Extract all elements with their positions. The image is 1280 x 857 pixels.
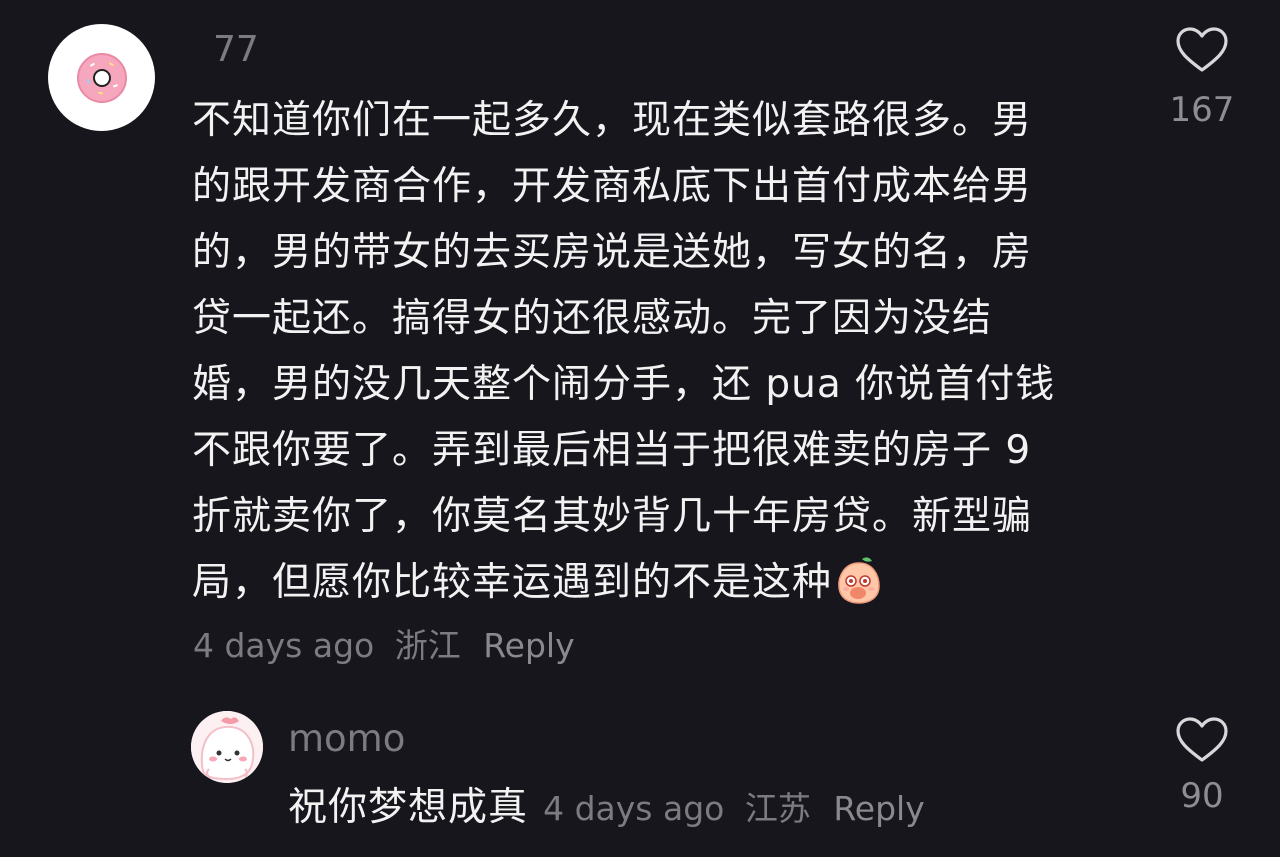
donut-icon xyxy=(76,52,127,103)
reply-text: 祝你梦想成真 xyxy=(288,785,529,830)
reply-time: 4 days ago xyxy=(543,789,725,828)
heart-icon[interactable] xyxy=(1175,716,1229,764)
comment-line: 不跟你要了。弄到最后相当于把很难卖的房子 9 xyxy=(192,428,1032,473)
comments-screen: 77 不知道你们在一起多久，现在类似套路很多。男 的跟开发商合作，开发商私底下出… xyxy=(0,0,1280,857)
reply-button[interactable]: Reply xyxy=(483,626,574,665)
comment-line: 婚，男的没几天整个闹分手，还 pua 你说首付钱 xyxy=(192,362,1056,407)
reply-like[interactable]: 90 xyxy=(1165,716,1239,818)
comment-line-last: 局，但愿你比较幸运遇到的不是这种 xyxy=(192,550,1097,626)
heart-icon[interactable] xyxy=(1175,26,1229,74)
comment-body: 不知道你们在一起多久，现在类似套路很多。男 的跟开发商合作，开发商私底下出首付成… xyxy=(192,88,1097,626)
comment-meta: 4 days ago 浙江 Reply xyxy=(193,622,575,670)
comment-avatar[interactable] xyxy=(48,24,155,131)
comment-like[interactable]: 167 xyxy=(1165,26,1239,132)
reply-region: 江苏 xyxy=(744,789,811,828)
peach-sticker-icon xyxy=(836,555,882,626)
reply-meta: 4 days ago 江苏 Reply xyxy=(543,789,925,828)
reply-avatar[interactable] xyxy=(191,711,263,783)
comment-region: 浙江 xyxy=(394,626,461,665)
pink-blob-avatar-icon xyxy=(191,711,263,783)
comment-line: 贷一起还。搞得女的还很感动。完了因为没结 xyxy=(192,296,993,341)
like-count: 167 xyxy=(1169,90,1235,130)
reply-reply-button[interactable]: Reply xyxy=(833,789,924,828)
comment-time: 4 days ago xyxy=(193,626,375,665)
comment-line-text: 局，但愿你比较幸运遇到的不是这种 xyxy=(192,560,833,605)
comment-line: 折就卖你了，你莫名其妙背几十年房贷。新型骗 xyxy=(192,494,1033,539)
reply-body: 祝你梦想成真 4 days ago 江苏 Reply xyxy=(288,782,925,841)
comment-line: 的跟开发商合作，开发商私底下出首付成本给男 xyxy=(192,164,1033,209)
comment-line: 不知道你们在一起多久，现在类似套路很多。男 xyxy=(192,98,1033,143)
comment-line: 的，男的带女的去买房说是送她，写女的名，房 xyxy=(192,230,1033,275)
reply-username[interactable]: momo xyxy=(288,716,405,762)
like-count: 90 xyxy=(1180,776,1224,816)
comment-username[interactable]: 77 xyxy=(213,28,259,72)
